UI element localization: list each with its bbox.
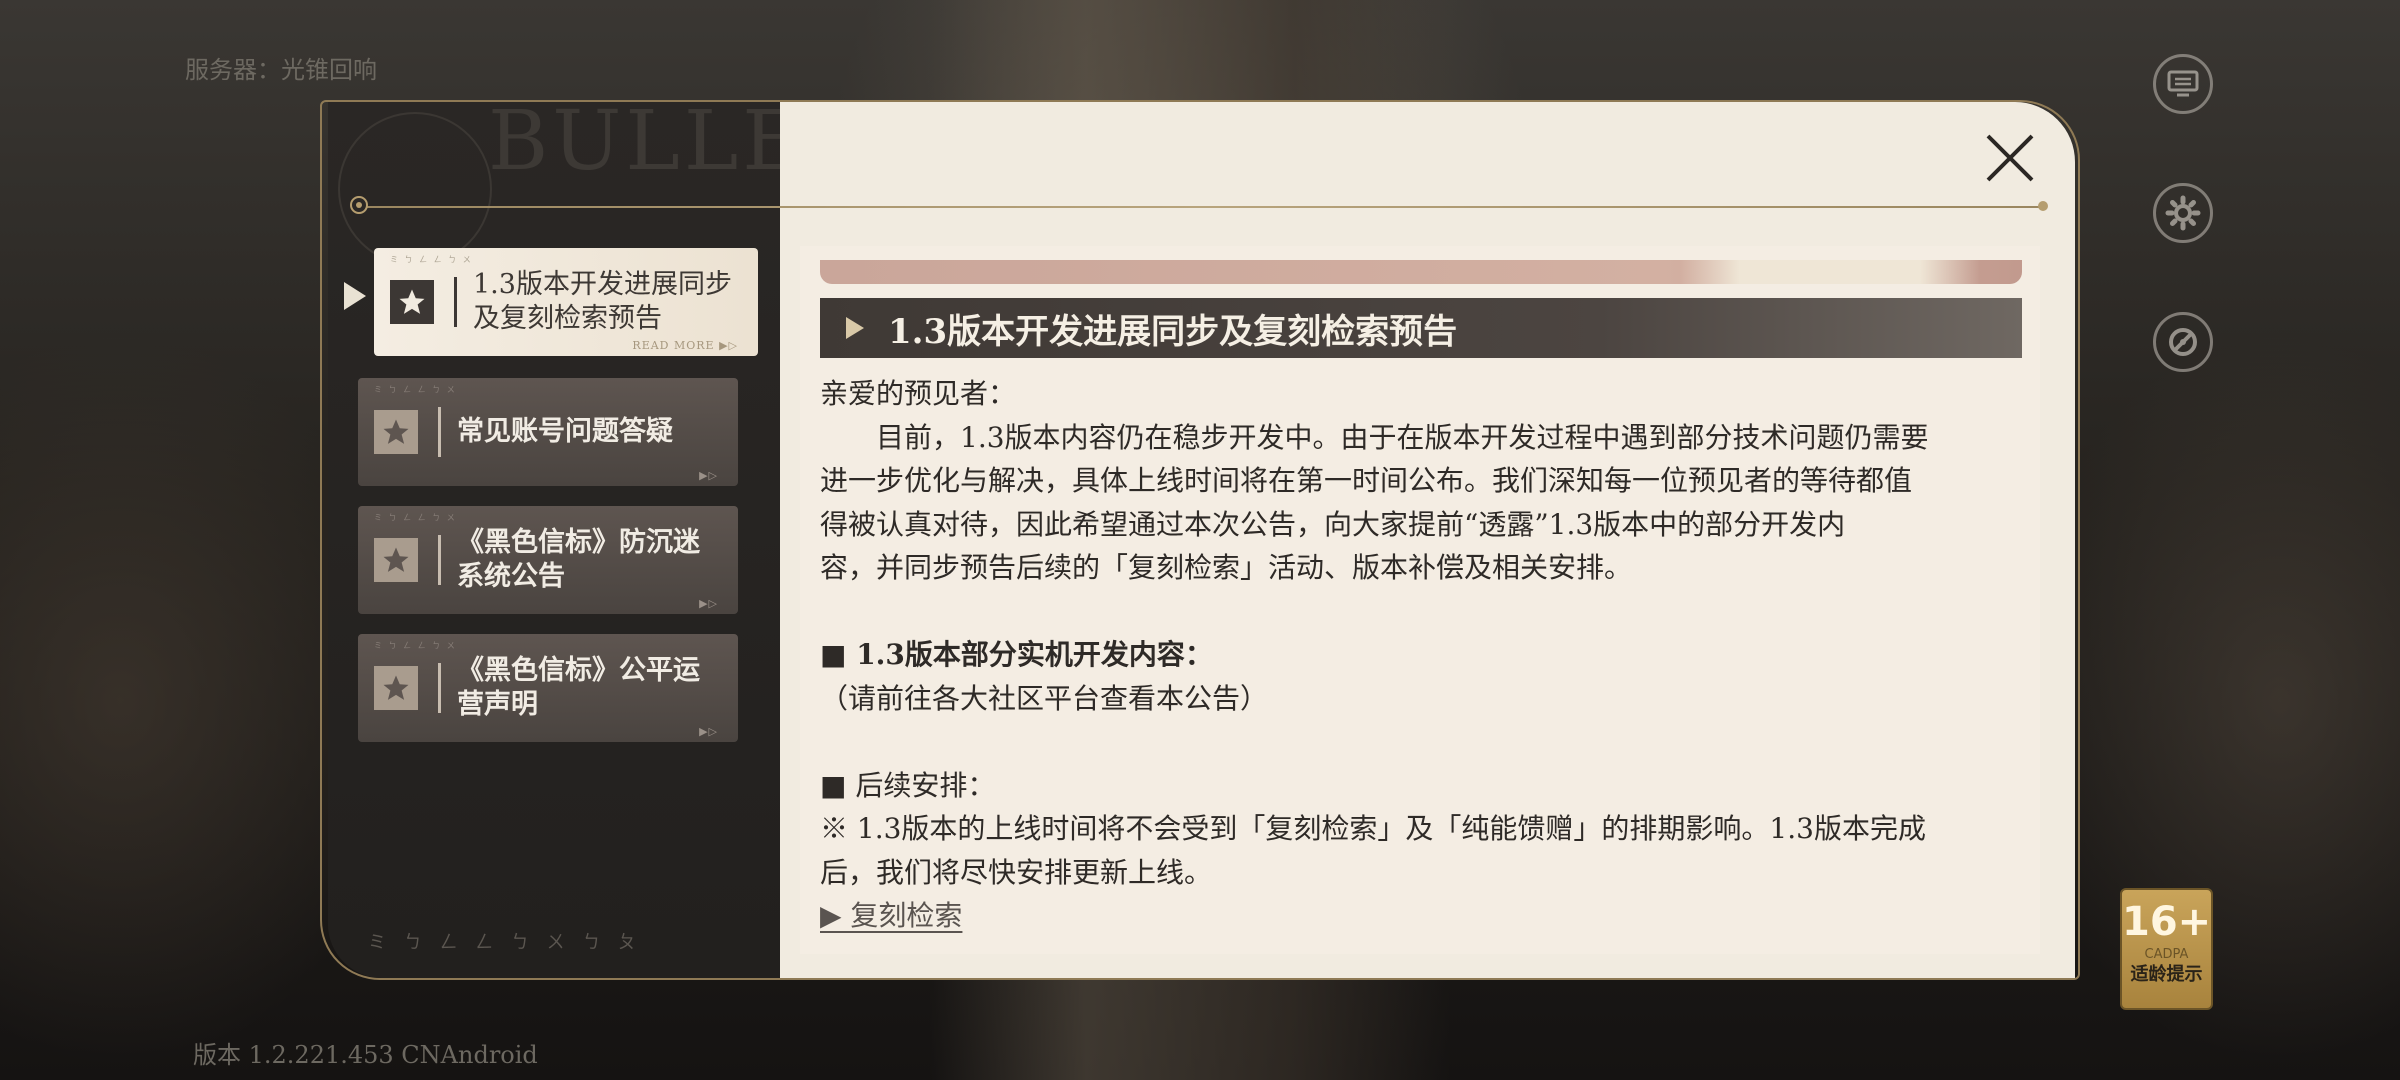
version-label: 版本 1.2.221.453 CNAndroid xyxy=(193,1041,538,1069)
star-icon xyxy=(374,410,418,454)
server-label: 服务器：光锥回响 xyxy=(185,56,377,84)
item-separator xyxy=(438,535,441,585)
gear-icon xyxy=(2165,195,2201,231)
notice-item-version-progress[interactable]: ミ ㄅ ㄥ ㄥ ㄅ ㄨ 1.3版本开发进展同步 及复刻检索预告 READ MOR… xyxy=(374,248,758,356)
notice-item-account-faq[interactable]: ミ ㄅ ㄥ ㄥ ㄅ ㄨ 常见账号问题答疑 ▶▷ xyxy=(358,378,738,486)
notice-item-label: 常见账号问题答疑 xyxy=(457,416,673,447)
rule-node-left xyxy=(350,196,368,214)
item-separator xyxy=(454,277,457,327)
star-icon xyxy=(390,280,434,324)
notice-item-label: 《黑色信标》公平运 营声明 xyxy=(457,655,700,720)
decorative-glyphs: ミ ㄅ ㄥ ㄥ ㄅ ㄨ ㄅ ㄆ xyxy=(368,932,643,953)
bulletin-header-word: BULLET xyxy=(488,102,780,189)
rule-node-right xyxy=(2038,201,2048,211)
announcement-dialog: BULLET ミ ㄅ ㄥ ㄥ ㄅ ㄨ ㄅ ㄆ ミ ㄅ ㄥ ㄥ ㄅ ㄨ 1.3版本… xyxy=(320,100,2080,980)
age-rating-tip: 适龄提示 xyxy=(2130,964,2203,985)
item-code: ミ ㄅ ㄥ ㄥ ㄅ ㄨ xyxy=(374,641,457,650)
article-body: 亲爱的预见者： 目前，1.3版本内容仍在稳步开发中。由于在版本开发过程中遇到部分… xyxy=(820,372,2010,938)
section-text: ※ 1.3版本的上线时间将不会受到「复刻检索」及「纯能馈赠」的排期影响。1.3版… xyxy=(820,812,1926,845)
notice-board-icon xyxy=(2167,70,2199,97)
star-icon xyxy=(374,538,418,582)
item-code: ミ ㄅ ㄥ ㄥ ㄅ ㄨ xyxy=(374,513,457,522)
age-rating-badge[interactable]: 16+ CADPA 适龄提示 xyxy=(2120,888,2213,1010)
age-rating: 16+ xyxy=(2122,899,2212,945)
settings-button[interactable] xyxy=(2153,183,2213,243)
article-paragraph-line: 目前，1.3版本内容仍在稳步开发中。由于在版本开发过程中遇到部分技术问题仍需要 xyxy=(876,420,1929,454)
item-code: ミ ㄅ ㄥ ㄥ ㄅ ㄨ xyxy=(390,255,473,264)
play-triangle-icon xyxy=(846,317,864,339)
notice-board-button[interactable] xyxy=(2153,54,2213,114)
selected-pointer-icon xyxy=(344,282,366,310)
article-paragraph-line: 进一步优化与解决，具体上线时间将在第一时间公布。我们深知每一位预见者的等待都值 xyxy=(820,464,1913,497)
section-heading: ■ 1.3版本部分实机开发内容： xyxy=(820,638,1213,671)
article-scroll-area[interactable]: 1.3版本开发进展同步及复刻检索预告 亲爱的预见者： 目前，1.3版本内容仍在稳… xyxy=(800,246,2040,954)
section-heading: ■ 后续安排： xyxy=(820,768,996,802)
article-title-bar: 1.3版本开发进展同步及复刻检索预告 xyxy=(820,298,2022,358)
article-paragraph-line: 容，并同步预告后续的「复刻检索」活动、版本补偿及相关安排。 xyxy=(820,551,1633,584)
close-icon xyxy=(1986,134,2034,182)
rerun-search-link[interactable]: ▶ 复刻检索 xyxy=(820,899,962,932)
item-separator xyxy=(438,407,441,457)
read-more-arrows: ▶▷ xyxy=(699,725,718,738)
article-greeting: 亲爱的预见者： xyxy=(820,377,1017,410)
item-code: ミ ㄅ ㄥ ㄥ ㄅ ㄨ xyxy=(374,385,457,394)
settings-wrench-icon xyxy=(2169,328,2197,356)
ornament-emblem xyxy=(338,112,492,266)
article-paragraph-line: 得被认真对待，因此希望通过本次公告，向大家提前“透露”1.3版本中的部分开发内 xyxy=(820,507,1846,541)
notice-item-label: 1.3版本开发进展同步 及复刻检索预告 xyxy=(473,269,732,334)
read-more-arrows: ▶▷ xyxy=(699,469,718,482)
header-rule xyxy=(360,206,2045,208)
banner-image xyxy=(820,260,2022,284)
tools-button[interactable] xyxy=(2153,312,2213,372)
section-text: 后，我们将尽快安排更新上线。 xyxy=(820,855,1213,889)
item-separator xyxy=(438,663,441,713)
close-button[interactable] xyxy=(1982,130,2038,186)
section-text: （请前往各大社区平台查看本公告） xyxy=(820,681,1269,715)
notice-item-fair-play[interactable]: ミ ㄅ ㄥ ㄥ ㄅ ㄨ 《黑色信标》公平运 营声明 ▶▷ xyxy=(358,634,738,742)
notice-item-label: 《黑色信标》防沉迷 系统公告 xyxy=(457,527,700,592)
read-more-arrows: ▶▷ xyxy=(699,597,718,610)
article-title: 1.3版本开发进展同步及复刻检索预告 xyxy=(888,311,1458,352)
notice-item-anti-addiction[interactable]: ミ ㄅ ㄥ ㄥ ㄅ ㄨ 《黑色信标》防沉迷 系统公告 ▶▷ xyxy=(358,506,738,614)
read-more-label: READ MORE ▶▷ xyxy=(632,339,738,352)
age-rating-org: CADPA xyxy=(2144,947,2189,962)
star-icon xyxy=(374,666,418,710)
